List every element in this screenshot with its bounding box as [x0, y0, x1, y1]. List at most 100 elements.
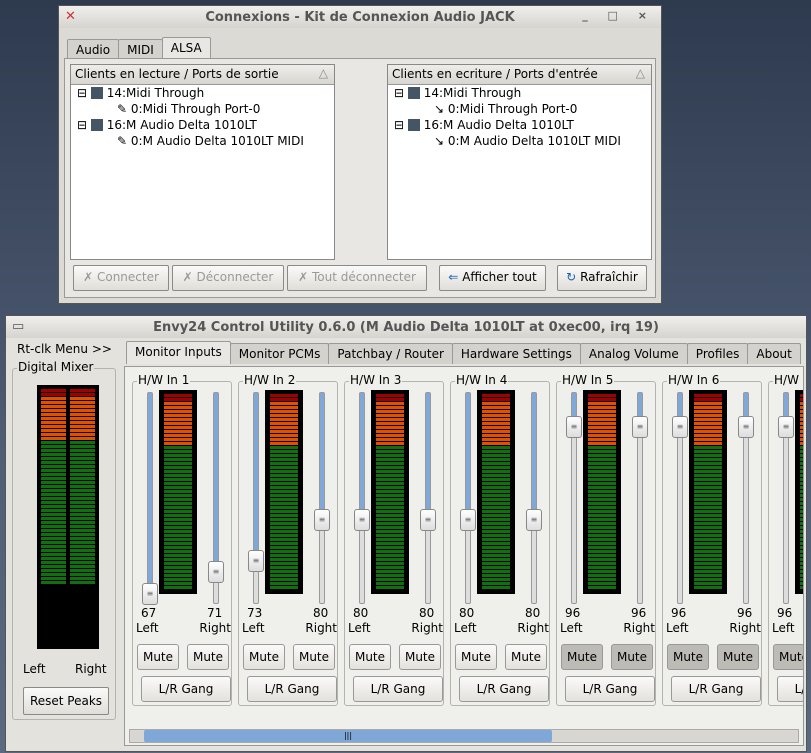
rt-click-menu[interactable]: Rt-clk Menu >> [17, 342, 112, 356]
lr-gang-button[interactable]: L/R Gang [671, 676, 761, 702]
input-ports-header[interactable]: Clients en ecriture / Ports d'entrée △ [388, 65, 651, 85]
mute-left-button[interactable]: Mute [667, 644, 709, 670]
horizontal-scrollbar[interactable]: ||| [129, 729, 799, 743]
right-volume-slider[interactable]: ≡ [420, 392, 436, 604]
expander-icon[interactable]: ⊟ [394, 86, 404, 100]
mute-right-button[interactable]: Mute [505, 644, 547, 670]
mute-right-button[interactable]: Mute [293, 644, 335, 670]
tab-patchbay-router[interactable]: Patchbay / Router [328, 343, 453, 364]
port-item[interactable]: ↘ 0:M Audio Delta 1010LT MIDI [388, 133, 651, 149]
mute-left-button[interactable]: Mute [137, 644, 179, 670]
mute-left-button[interactable]: Mute [349, 644, 391, 670]
mute-left-button[interactable]: Mute [243, 644, 285, 670]
show-all-button[interactable]: ⇐ Afficher tout [439, 265, 546, 291]
meter-segment [164, 398, 192, 401]
reset-peaks-button[interactable]: Reset Peaks [23, 687, 109, 715]
port-item[interactable]: ✎ 0:M Audio Delta 1010LT MIDI [71, 133, 334, 149]
left-volume-slider[interactable]: ≡ [460, 392, 476, 604]
connect-button[interactable]: ✗ Connecter [73, 265, 169, 291]
left-volume-slider[interactable]: ≡ [566, 392, 582, 604]
mute-right-button[interactable]: Mute [399, 644, 441, 670]
input-ports-list[interactable]: Clients en ecriture / Ports d'entrée △ ⊟ … [387, 64, 652, 260]
disconnect-all-button[interactable]: ✗ Tout déconnecter [287, 265, 427, 291]
slider-handle[interactable]: ≡ [566, 416, 582, 438]
expander-icon[interactable]: ⊟ [77, 118, 87, 132]
port-item[interactable]: ↘ 0:Midi Through Port-0 [388, 101, 651, 117]
expander-icon[interactable]: ⊟ [77, 86, 87, 100]
meter-segment [588, 478, 616, 481]
mute-left-button[interactable]: Mute [773, 644, 803, 670]
tab-midi[interactable]: MIDI [118, 39, 163, 60]
slider-handle[interactable]: ≡ [460, 509, 476, 531]
tab-monitor-inputs[interactable]: Monitor Inputs [126, 341, 231, 364]
left-volume-slider[interactable]: ≡ [142, 392, 158, 605]
meter-segment [694, 478, 722, 481]
left-volume-slider[interactable]: ≡ [248, 392, 264, 604]
meter-segment [800, 470, 803, 473]
meter-segment [41, 473, 66, 476]
right-volume-slider[interactable]: ≡ [632, 392, 648, 604]
lr-gang-button[interactable]: L/R Gang [565, 676, 655, 702]
meter-segment [800, 546, 803, 549]
slider-handle[interactable]: ≡ [142, 583, 158, 605]
right-volume-slider[interactable]: ≡ [738, 392, 754, 604]
output-ports-header[interactable]: Clients en lecture / Ports de sortie △ [71, 65, 334, 85]
output-ports-list[interactable]: Clients en lecture / Ports de sortie △ ⊟ … [70, 64, 335, 260]
slider-handle[interactable]: ≡ [526, 509, 542, 531]
tab-audio[interactable]: Audio [67, 39, 120, 60]
tab-about[interactable]: About [747, 343, 801, 364]
meter-segment [800, 542, 803, 545]
right-volume-slider[interactable]: ≡ [314, 392, 330, 604]
left-volume-slider[interactable]: ≡ [778, 392, 794, 604]
slider-handle[interactable]: ≡ [632, 416, 648, 438]
slider-handle[interactable]: ≡ [248, 550, 264, 572]
lr-gang-button[interactable]: L/R Gang [353, 676, 443, 702]
slider-handle[interactable]: ≡ [354, 509, 370, 531]
mute-right-button[interactable]: Mute [611, 644, 653, 670]
mute-left-button[interactable]: Mute [561, 644, 603, 670]
left-volume-slider[interactable]: ≡ [672, 392, 688, 604]
tab-analog-volume[interactable]: Analog Volume [579, 343, 688, 364]
meter-segment [70, 493, 95, 496]
meter-segment [376, 582, 404, 585]
slider-handle[interactable]: ≡ [738, 416, 754, 438]
mute-right-button[interactable]: Mute [717, 644, 759, 670]
meter-segment [376, 546, 404, 549]
lr-gang-button[interactable]: L/R Gang [459, 676, 549, 702]
expander-icon[interactable]: ⊟ [394, 118, 404, 132]
right-volume-slider[interactable]: ≡ [208, 392, 224, 604]
right-volume-slider[interactable]: ≡ [526, 392, 542, 604]
scrollbar-thumb[interactable]: ||| [144, 730, 552, 742]
tab-monitor-pcms[interactable]: Monitor PCMs [229, 343, 330, 364]
window-controls[interactable]: _ □ × [582, 9, 655, 22]
meter-segment [800, 554, 803, 557]
client-item[interactable]: ⊟ 16:M Audio Delta 1010LT [388, 117, 651, 133]
left-value: 96 [565, 606, 581, 620]
meter-segment [70, 573, 95, 576]
slider-handle[interactable]: ≡ [672, 416, 688, 438]
port-item[interactable]: ✎ 0:Midi Through Port-0 [71, 101, 334, 117]
lr-gang-button[interactable]: L/R Gang [777, 676, 803, 702]
lr-gang-button[interactable]: L/R Gang [247, 676, 337, 702]
slider-handle[interactable]: ≡ [314, 509, 330, 531]
left-volume-slider[interactable]: ≡ [354, 392, 370, 604]
client-item[interactable]: ⊟ 14:Midi Through [71, 85, 334, 101]
meter-segment [376, 558, 404, 561]
meter-segment [694, 522, 722, 525]
slider-handle[interactable]: ≡ [208, 561, 224, 583]
disconnect-button[interactable]: ✗ Déconnecter [172, 265, 284, 291]
meter-segment [376, 542, 404, 545]
lr-gang-button[interactable]: L/R Gang [141, 676, 231, 702]
tab-profiles[interactable]: Profiles [686, 343, 749, 364]
mute-right-button[interactable]: Mute [187, 644, 229, 670]
client-item[interactable]: ⊟ 16:M Audio Delta 1010LT [71, 117, 334, 133]
slider-handle[interactable]: ≡ [420, 509, 436, 531]
meter-segment [164, 410, 192, 413]
mute-left-button[interactable]: Mute [455, 644, 497, 670]
client-item[interactable]: ⊟ 14:Midi Through [388, 85, 651, 101]
refresh-button[interactable]: ↻ Rafraîchir [557, 265, 647, 291]
tab-hardware-settings[interactable]: Hardware Settings [451, 343, 581, 364]
tab-alsa[interactable]: ALSA [161, 37, 211, 60]
slider-handle[interactable]: ≡ [778, 416, 794, 438]
meter-segment [588, 466, 616, 469]
